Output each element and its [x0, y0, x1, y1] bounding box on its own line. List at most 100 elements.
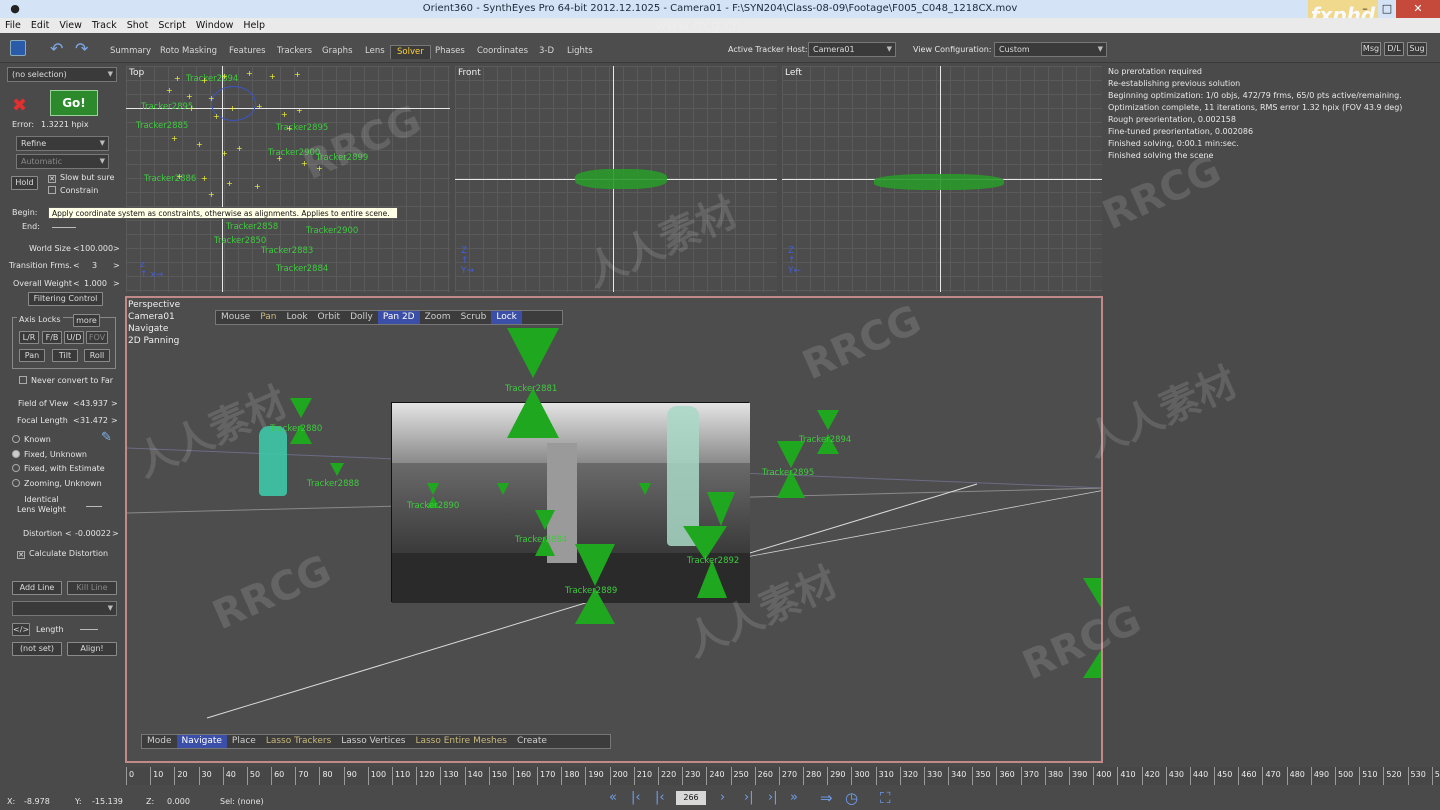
active-tracker-host-select[interactable]: Camera01: [808, 42, 896, 57]
lock-ud-button[interactable]: U/D: [64, 331, 84, 344]
mode-lasso-vertices[interactable]: Lasso Vertices: [336, 735, 410, 748]
solve-mode2-select[interactable]: Automatic: [16, 154, 109, 169]
last-frame-icon[interactable]: ›|: [768, 790, 778, 805]
code-icon[interactable]: </>: [12, 623, 30, 636]
menu-shot[interactable]: Shot: [122, 18, 154, 31]
focal-increment-icon[interactable]: >: [111, 416, 118, 425]
msg-button[interactable]: Msg: [1361, 42, 1381, 56]
nav-look[interactable]: Look: [281, 311, 312, 324]
align-button[interactable]: Align!: [67, 642, 117, 656]
tab-trackers[interactable]: Trackers: [271, 45, 318, 59]
overall-weight-value[interactable]: 1.000: [84, 279, 107, 288]
nav-dolly[interactable]: Dolly: [345, 311, 378, 324]
focal-value[interactable]: 31.472: [80, 416, 108, 425]
nav-zoom[interactable]: Zoom: [420, 311, 456, 324]
fov-decrement-icon[interactable]: <: [73, 399, 80, 408]
lock-fb-button[interactable]: F/B: [42, 331, 62, 344]
slow-but-sure-checkbox[interactable]: ✕ Slow but sure: [48, 173, 114, 183]
overall-weight-decrement-icon[interactable]: <: [73, 279, 80, 288]
calc-distortion-checkbox[interactable]: ✕ Calculate Distortion: [17, 549, 108, 559]
kill-line-button[interactable]: Kill Line: [67, 581, 117, 595]
tab-features[interactable]: Features: [223, 45, 272, 59]
transition-increment-icon[interactable]: >: [113, 261, 120, 270]
lens-weight-slider[interactable]: [86, 506, 102, 507]
fast-forward-icon[interactable]: »: [790, 790, 798, 805]
lock-tilt-button[interactable]: Tilt: [52, 349, 78, 362]
undo-icon[interactable]: ↶: [50, 39, 63, 58]
left-viewport[interactable]: Left Z ↑ Y←: [782, 66, 1102, 292]
tab-phases[interactable]: Phases: [429, 45, 471, 59]
mode-create[interactable]: Create: [512, 735, 552, 748]
go-button[interactable]: Go!: [50, 90, 98, 116]
fov-increment-icon[interactable]: >: [111, 399, 118, 408]
prev-key-icon[interactable]: |‹: [655, 790, 665, 805]
tab-solver[interactable]: Solver: [390, 45, 431, 59]
nav-scrub[interactable]: Scrub: [456, 311, 492, 324]
close-icon[interactable]: ✕: [1396, 0, 1440, 18]
lock-lr-button[interactable]: L/R: [19, 331, 39, 344]
solve-mode-select[interactable]: Refine: [16, 136, 109, 151]
menu-view[interactable]: View: [54, 18, 87, 31]
tab-roto-masking[interactable]: Roto Masking: [154, 45, 223, 59]
tab-lights[interactable]: Lights: [561, 45, 599, 59]
lens-fixed-estimate-radio[interactable]: Fixed, with Estimate: [12, 464, 105, 473]
length-slider[interactable]: [80, 629, 98, 630]
timeline-ruler[interactable]: 0 10 20 30 40 50 60 70 80 90 100 110 120 130 140 150 160…: [126, 767, 1440, 785]
transition-value[interactable]: 3: [92, 261, 97, 270]
world-size-decrement-icon[interactable]: <: [73, 244, 80, 253]
fit-view-icon[interactable]: ⛶: [880, 789, 891, 807]
fov-value[interactable]: 43.937: [80, 399, 108, 408]
lock-pan-button[interactable]: Pan: [19, 349, 45, 362]
selection-select[interactable]: (no selection): [7, 67, 117, 82]
cancel-icon[interactable]: ✖: [12, 95, 27, 116]
tab-coordinates[interactable]: Coordinates: [471, 45, 534, 59]
hold-button[interactable]: Hold: [11, 176, 38, 190]
transition-decrement-icon[interactable]: <: [73, 261, 80, 270]
focal-decrement-icon[interactable]: <: [73, 416, 80, 425]
mode-navigate[interactable]: Navigate: [176, 735, 227, 748]
menu-script[interactable]: Script: [153, 18, 191, 31]
sug-button[interactable]: Sug: [1407, 42, 1427, 56]
redo-icon[interactable]: ↷: [75, 39, 88, 58]
clock-icon[interactable]: ◷: [845, 789, 858, 807]
filtering-control-button[interactable]: Filtering Control: [28, 292, 103, 306]
more-button[interactable]: more: [73, 314, 100, 327]
nav-pan-2d[interactable]: Pan 2D: [377, 311, 420, 324]
save-icon[interactable]: [10, 40, 26, 56]
world-size-value[interactable]: 100.000: [80, 244, 113, 253]
menu-help[interactable]: Help: [238, 18, 270, 31]
nav-orbit[interactable]: Orbit: [313, 311, 346, 324]
menu-window[interactable]: Window: [191, 18, 238, 31]
rewind-icon[interactable]: «: [609, 790, 617, 805]
wrench-icon[interactable]: ✎: [101, 430, 112, 445]
nav-pan[interactable]: Pan: [255, 311, 281, 324]
first-frame-icon[interactable]: |‹: [631, 790, 641, 805]
add-line-button[interactable]: Add Line: [12, 581, 62, 595]
not-set-button[interactable]: (not set): [12, 642, 62, 656]
mode-place[interactable]: Place: [227, 735, 261, 748]
overall-weight-increment-icon[interactable]: >: [113, 279, 120, 288]
constrain-checkbox[interactable]: Constrain: [48, 186, 98, 195]
menu-file[interactable]: File: [0, 18, 26, 31]
mode-lasso-meshes[interactable]: Lasso Entire Meshes: [410, 735, 512, 748]
forward-arrow-icon[interactable]: ⇒: [820, 789, 833, 807]
menu-track[interactable]: Track: [87, 18, 122, 31]
tab-summary[interactable]: Summary: [104, 45, 157, 59]
play-icon[interactable]: ›: [720, 790, 725, 805]
mode-lasso-trackers[interactable]: Lasso Trackers: [261, 735, 336, 748]
distortion-increment-icon[interactable]: >: [112, 529, 119, 538]
perspective-viewport[interactable]: Perspective Camera01 Navigate 2D Panning: [125, 296, 1103, 763]
next-key-icon[interactable]: ›|: [744, 790, 754, 805]
line-select[interactable]: [12, 601, 117, 616]
view-config-select[interactable]: Custom: [994, 42, 1107, 57]
nav-lock[interactable]: Lock: [491, 311, 522, 324]
frame-field[interactable]: 266: [676, 791, 706, 805]
world-size-increment-icon[interactable]: >: [113, 244, 120, 253]
tab-3d[interactable]: 3-D: [533, 45, 560, 59]
lens-known-radio[interactable]: Known: [12, 435, 51, 444]
tab-graphs[interactable]: Graphs: [316, 45, 359, 59]
tab-lens[interactable]: Lens: [359, 45, 391, 59]
dl-button[interactable]: D/L: [1384, 42, 1404, 56]
menu-edit[interactable]: Edit: [26, 18, 54, 31]
distortion-value[interactable]: -0.00022: [75, 529, 111, 538]
